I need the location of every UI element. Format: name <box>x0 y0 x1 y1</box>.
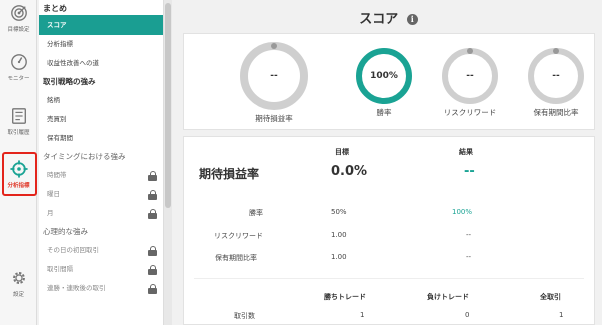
col-header-all: 全取引 <box>540 293 561 301</box>
gear-icon <box>12 272 25 284</box>
gauge-icon <box>10 54 27 70</box>
submenu-section-psych: 心理的な強み <box>43 227 88 236</box>
gauge-value: -- <box>270 71 278 81</box>
gauge-risk-reward: -- リスクリワード <box>438 42 502 118</box>
row-result: 100% <box>452 208 473 216</box>
gauge-value: -- <box>552 71 560 81</box>
gauge-caption: 保有期間比率 <box>533 108 579 117</box>
submenu-item-streak[interactable]: 連勝・連敗後の取引 <box>39 279 163 298</box>
trade-count-all: 1 <box>559 311 564 319</box>
history-icon <box>11 108 26 124</box>
gauge-value: 100% <box>370 71 398 81</box>
col-header-result: 結果 <box>459 148 473 156</box>
gauge-holding-ratio: -- 保有期間比率 <box>524 42 588 118</box>
metric-result: -- <box>464 164 475 179</box>
row-target: 50% <box>331 208 347 216</box>
row-label: リスクリワード <box>214 232 263 240</box>
gauge-caption: リスクリワード <box>443 108 497 117</box>
submenu-item-score[interactable]: スコア <box>39 15 163 35</box>
lock-icon <box>148 190 157 200</box>
submenu-item-label: 連勝・連敗後の取引 <box>47 284 106 292</box>
row-label: 保有期間比率 <box>215 254 257 262</box>
score-gauges-card: -- 期待損益率 100% 勝率 -- リスクリワード -- 保有期間比率 <box>183 33 595 130</box>
submenu-item-label: 月 <box>47 209 54 217</box>
submenu-item-label: その日の初回取引 <box>47 246 99 254</box>
submenu-section-timing: タイミングにおける強み <box>43 152 126 161</box>
col-header-wins: 勝ちトレード <box>324 293 366 301</box>
rail-label: モニター <box>7 76 30 82</box>
submenu-item-improvement[interactable]: 収益性改善への道 <box>39 54 163 73</box>
row-result: -- <box>466 231 472 239</box>
metric-target: 0.0% <box>331 164 368 179</box>
metric-label: 期待損益率 <box>199 167 260 181</box>
submenu-item-indicators[interactable]: 分析指標 <box>39 35 163 54</box>
submenu-heading: まとめ <box>43 4 67 13</box>
col-header-losses: 負けトレード <box>427 293 469 301</box>
rail-label: 取引履歴 <box>7 130 30 136</box>
trade-row-label: 取引数 <box>234 312 255 320</box>
analysis-submenu: まとめ スコア 分析指標 収益性改善への道 取引戦略の強み 銘柄 売買別 保有期… <box>39 0 164 325</box>
rail-label: 設定 <box>12 292 24 298</box>
gauge-win-rate: 100% 勝率 <box>354 42 414 118</box>
submenu-scrollbar[interactable] <box>164 0 172 325</box>
gauge-value: -- <box>466 71 474 81</box>
gauge-caption: 勝率 <box>376 108 392 117</box>
score-detail-card: 目標 結果 期待損益率 0.0% -- 勝率 50% 100% リスクリワード … <box>183 136 595 325</box>
submenu-item-label: 曜日 <box>47 190 60 198</box>
submenu-item-side[interactable]: 売買別 <box>39 110 163 129</box>
main-panel: スコア i -- 期待損益率 100% 勝率 -- リスクリワード -- 保有期… <box>175 0 602 325</box>
gauge-knob <box>467 48 473 54</box>
gauge-ring: 100% <box>356 48 412 104</box>
gauge-knob <box>271 43 277 49</box>
submenu-item-weekday[interactable]: 曜日 <box>39 185 163 204</box>
rail-item-settings[interactable]: 設定 <box>0 269 37 298</box>
submenu-item-interval[interactable]: 取引間隔 <box>39 260 163 279</box>
lock-icon <box>148 284 157 294</box>
gauge-caption: 期待損益率 <box>255 114 293 123</box>
scrollbar-thumb[interactable] <box>165 3 171 208</box>
rail-item-analysis[interactable]: 分析指標 <box>0 160 37 189</box>
submenu-item-first-trade[interactable]: その日の初回取引 <box>39 241 163 260</box>
page-title: スコア <box>359 12 399 27</box>
lock-icon <box>148 246 157 256</box>
submenu-item-label: 時間帯 <box>47 171 67 179</box>
lock-icon <box>148 209 157 219</box>
gauge-expected-pl: -- 期待損益率 <box>234 42 314 124</box>
analysis-icon <box>9 160 28 178</box>
gauge-knob <box>553 48 559 54</box>
gauge-ring: -- <box>240 42 308 110</box>
gauge-ring: -- <box>528 48 584 104</box>
lock-icon <box>148 171 157 181</box>
rail-item-trade-history[interactable]: 取引履歴 <box>0 107 37 136</box>
row-result: -- <box>466 253 472 261</box>
submenu-item-symbol[interactable]: 銘柄 <box>39 91 163 110</box>
submenu-item-time-of-day[interactable]: 時間帯 <box>39 166 163 185</box>
gauge-ring: -- <box>442 48 498 104</box>
left-rail: 目標設定 モニター 取引履歴 分析指標 設定 <box>0 0 37 325</box>
page-title-row: スコア i <box>175 8 602 27</box>
rail-item-monitor[interactable]: モニター <box>0 53 37 82</box>
info-icon[interactable]: i <box>406 14 418 25</box>
target-icon <box>10 5 27 21</box>
rail-label: 目標設定 <box>7 27 30 33</box>
submenu-item-month[interactable]: 月 <box>39 204 163 223</box>
lock-icon <box>148 265 157 275</box>
col-header-target: 目標 <box>335 148 349 156</box>
row-target: 1.00 <box>331 253 347 261</box>
rail-item-goal-setting[interactable]: 目標設定 <box>0 4 37 33</box>
trade-count-losses: 0 <box>465 311 470 319</box>
rail-label: 分析指標 <box>7 183 30 189</box>
submenu-section-trade: 取引戦略の強み <box>43 77 96 86</box>
submenu-item-label: 取引間隔 <box>47 265 73 273</box>
section-divider <box>194 278 584 279</box>
row-target: 1.00 <box>331 231 347 239</box>
submenu-item-holding[interactable]: 保有期間 <box>39 129 163 148</box>
trade-count-wins: 1 <box>360 311 365 319</box>
row-label: 勝率 <box>249 209 263 217</box>
